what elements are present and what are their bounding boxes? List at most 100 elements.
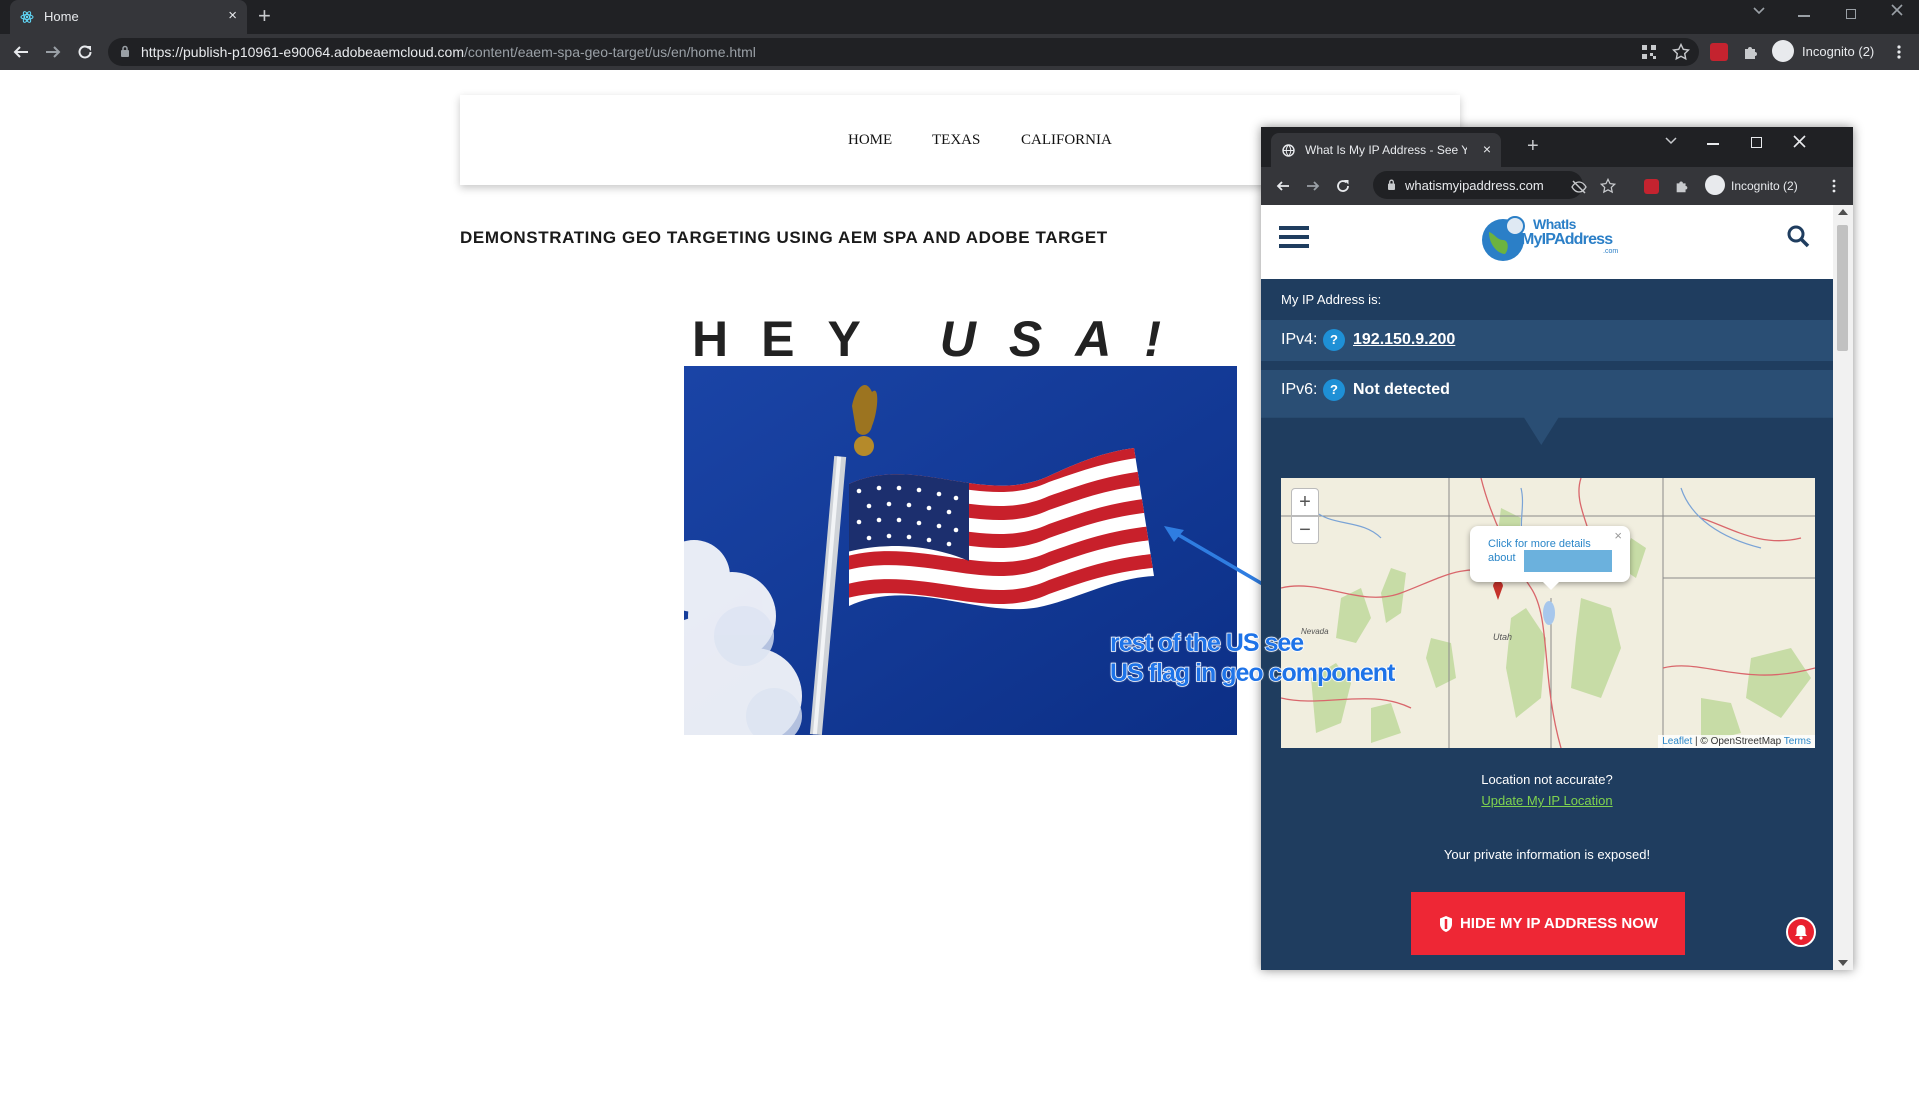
- incognito-icon: [1772, 40, 1794, 62]
- globe-icon: [1282, 144, 1295, 157]
- ipv4-help-icon[interactable]: ?: [1323, 329, 1345, 351]
- popup-scrollbar-thumb[interactable]: [1837, 225, 1848, 351]
- address-bar[interactable]: https://publish-p10961-e90064.adobeaemcl…: [108, 38, 1699, 66]
- map-popup-tip: [1543, 582, 1559, 590]
- page-heading: DEMONSTRATING GEO TARGETING USING AEM SP…: [460, 228, 1108, 247]
- popup-reload-icon[interactable]: [1335, 178, 1351, 194]
- ipv4-row: IPv4: ? 192.150.9.200: [1261, 320, 1833, 361]
- popup-incognito-icon: [1705, 175, 1725, 195]
- tab-close-icon[interactable]: ×: [228, 7, 237, 24]
- site-search-icon[interactable]: [1786, 224, 1810, 248]
- nav-link-california[interactable]: CALIFORNIA: [1021, 132, 1112, 149]
- restore-button[interactable]: [1846, 9, 1856, 19]
- popup-lock-icon: [1387, 179, 1396, 190]
- qr-code-icon[interactable]: [1641, 44, 1657, 60]
- popup-url-text: whatismyipaddress.com: [1405, 178, 1544, 193]
- incognito-label: Incognito (2): [1802, 44, 1875, 59]
- extension-shield-icon[interactable]: [1710, 43, 1728, 61]
- popup-tab-whatismyip[interactable]: What Is My IP Address - See Your ×: [1271, 133, 1501, 167]
- popup-tab-search-icon[interactable]: [1665, 137, 1677, 145]
- annotation-line1: rest of the US see: [1109, 628, 1305, 658]
- header-gap: [1261, 269, 1833, 279]
- popup-bookmark-star-icon[interactable]: [1600, 178, 1616, 194]
- annotation-line2: US flag in geo component: [1109, 658, 1396, 688]
- kebab-menu-icon[interactable]: [1896, 44, 1902, 60]
- location-map[interactable]: Utah Nevada + − Click for more details a…: [1281, 478, 1815, 748]
- map-popup-line1[interactable]: Click for more details: [1488, 538, 1591, 550]
- reload-icon[interactable]: [76, 43, 94, 61]
- logo-line2: MyIPAddress: [1521, 231, 1613, 248]
- ipv6-help-icon[interactable]: ?: [1323, 379, 1345, 401]
- shield-icon: [1438, 915, 1454, 933]
- geo-banner-heading: HEY USA!: [692, 310, 1194, 368]
- popup-new-tab-button[interactable]: +: [1527, 135, 1539, 158]
- notification-bell-icon[interactable]: [1786, 917, 1816, 947]
- map-location-popup[interactable]: Click for more details about ×: [1470, 526, 1630, 582]
- popup-extension-shield-icon[interactable]: [1644, 179, 1659, 194]
- map-terrain: Utah Nevada: [1281, 478, 1815, 748]
- popup-maximize-button[interactable]: [1751, 137, 1762, 148]
- url-path: /content/eaem-spa-geo-target/us/en/home.…: [464, 44, 756, 60]
- ip-heading: My IP Address is:: [1281, 292, 1382, 307]
- exposed-warning: Your private information is exposed!: [1443, 847, 1651, 862]
- ipv6-row: IPv6: ? Not detected: [1261, 370, 1833, 411]
- terms-link[interactable]: Terms: [1784, 736, 1811, 747]
- hide-my-ip-label: HIDE MY IP ADDRESS NOW: [1459, 915, 1659, 932]
- location-question: Location not accurate?: [1481, 772, 1613, 787]
- map-popup-line2[interactable]: about: [1488, 552, 1516, 564]
- map-zoom-out-button[interactable]: −: [1291, 516, 1319, 544]
- popup-incognito-label: Incognito (2): [1731, 179, 1798, 193]
- logo-globe-icon: [1482, 216, 1525, 261]
- tab-search-icon[interactable]: [1752, 6, 1766, 16]
- nav-link-home[interactable]: HOME: [848, 132, 892, 149]
- tab-home[interactable]: Home ×: [10, 0, 247, 34]
- url-text: https://publish-p10961-e90064.adobeaemcl…: [141, 44, 756, 60]
- lock-icon: [120, 45, 130, 57]
- osm-attribution: | © OpenStreetMap: [1692, 736, 1784, 747]
- popup-tab-title: What Is My IP Address - See Your: [1305, 143, 1467, 157]
- map-attribution: Leaflet | © OpenStreetMap Terms: [1658, 735, 1815, 748]
- ipv6-value: Not detected: [1353, 381, 1450, 398]
- popup-back-arrow-icon[interactable]: [1275, 178, 1291, 194]
- update-location-link[interactable]: Update My IP Location: [1261, 793, 1833, 808]
- minimize-button[interactable]: [1798, 15, 1810, 17]
- forward-arrow-icon[interactable]: [44, 43, 62, 61]
- new-tab-button[interactable]: +: [258, 5, 271, 27]
- hamburger-menu-icon[interactable]: [1279, 226, 1309, 248]
- ip-row-divider: [1261, 361, 1833, 363]
- popup-browser-window: What Is My IP Address - See Your × + wha…: [1261, 127, 1853, 970]
- back-arrow-icon[interactable]: [12, 43, 30, 61]
- tab-title: Home: [44, 9, 79, 24]
- leaflet-link[interactable]: Leaflet: [1662, 736, 1692, 747]
- popup-address-bar[interactable]: whatismyipaddress.com: [1373, 171, 1583, 199]
- redacted-location-block: [1524, 550, 1612, 572]
- extensions-puzzle-icon[interactable]: [1742, 43, 1760, 61]
- popup-forward-arrow-icon[interactable]: [1305, 178, 1321, 194]
- react-icon: [20, 10, 34, 24]
- hide-my-ip-button[interactable]: HIDE MY IP ADDRESS NOW: [1411, 892, 1685, 955]
- banner-plain-text: HEY: [692, 311, 940, 367]
- popup-extensions-puzzle-icon[interactable]: [1674, 178, 1690, 194]
- ipv6-label: IPv6:: [1281, 381, 1318, 398]
- window-close-button[interactable]: [1890, 3, 1904, 17]
- banner-italic-text: USA!: [939, 311, 1195, 367]
- eye-off-icon[interactable]: [1571, 180, 1587, 194]
- site-logo[interactable]: WhatIs MyIPAddress .com: [1479, 214, 1629, 264]
- popup-tab-close-icon[interactable]: ×: [1483, 141, 1491, 157]
- bookmark-star-icon[interactable]: [1672, 43, 1690, 61]
- popup-close-button[interactable]: [1793, 135, 1806, 148]
- popup-minimize-button[interactable]: [1707, 143, 1719, 145]
- nav-link-texas[interactable]: TEXAS: [932, 132, 980, 149]
- scroll-up-arrow-icon[interactable]: [1838, 209, 1848, 215]
- url-host: https://publish-p10961-e90064.adobeaemcl…: [141, 44, 465, 60]
- logo-line1: WhatIs: [1533, 216, 1576, 232]
- popup-kebab-menu-icon[interactable]: [1831, 179, 1837, 193]
- ipv4-label: IPv4:: [1281, 331, 1318, 348]
- map-popup-close-icon[interactable]: ×: [1614, 528, 1622, 543]
- scroll-down-arrow-icon[interactable]: [1838, 960, 1848, 966]
- ipv4-value[interactable]: 192.150.9.200: [1353, 331, 1455, 349]
- map-zoom-in-button[interactable]: +: [1291, 488, 1319, 516]
- map-label-utah: Utah: [1493, 632, 1512, 642]
- tab-strip: [0, 0, 1919, 34]
- annotation-callout: rest of the US see US flag in geo compon…: [1109, 628, 1396, 688]
